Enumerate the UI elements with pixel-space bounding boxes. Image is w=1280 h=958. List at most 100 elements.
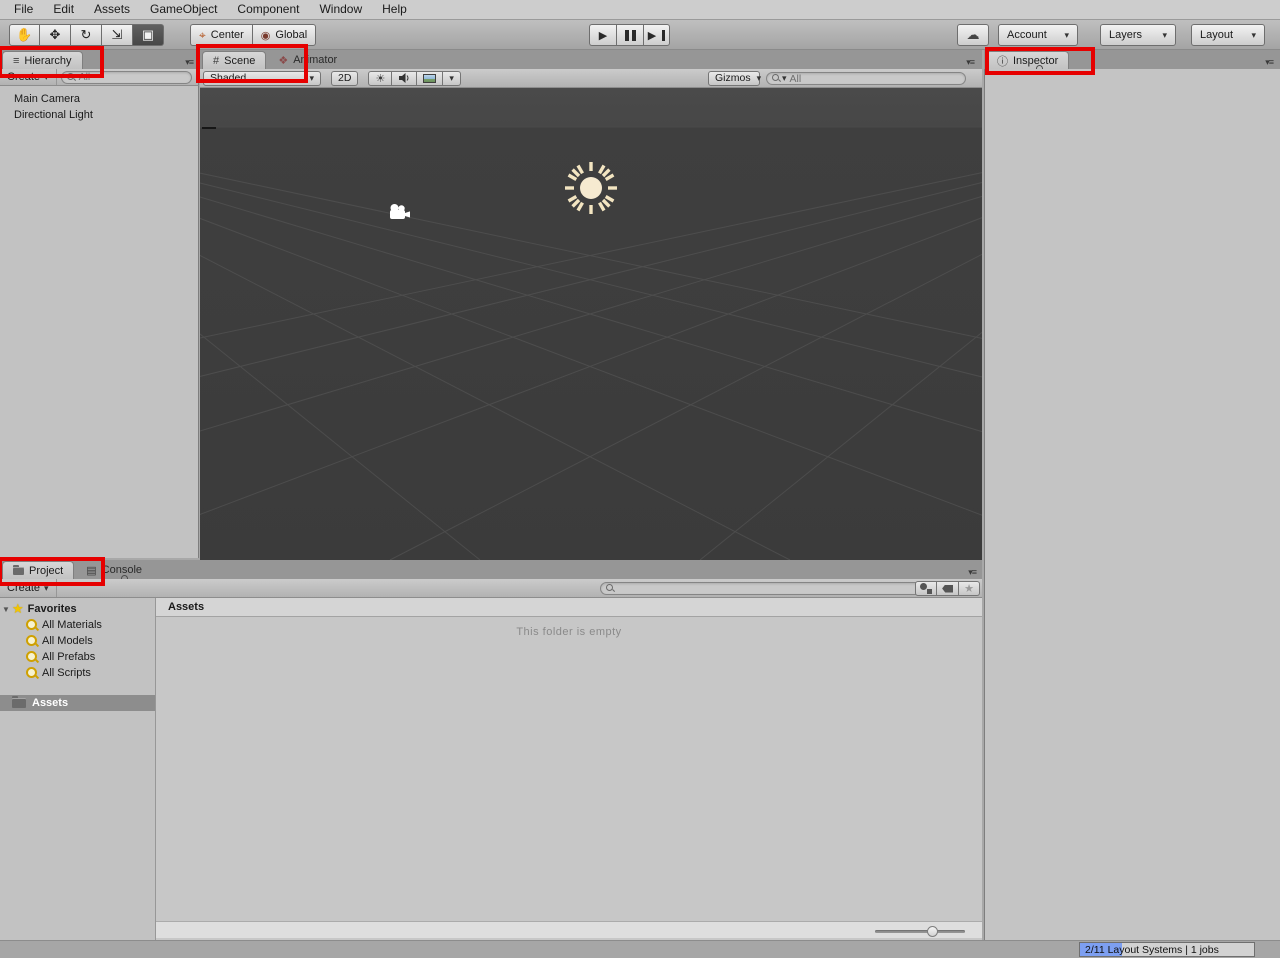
tab-hierarchy[interactable]: ≡ Hierarchy: [2, 51, 83, 69]
image-effects-icon: [423, 74, 436, 83]
assets-tree-label: Assets: [32, 697, 68, 709]
animator-icon: ❖: [278, 54, 288, 67]
favorites-star-icon: ★: [12, 601, 24, 617]
tab-console-label: Console: [102, 564, 142, 576]
progress-text: 2/11 Layout Systems | 1 jobs: [1085, 944, 1219, 956]
panel-menu-icon[interactable]: ▾≡: [966, 57, 974, 68]
tab-project-label: Project: [29, 565, 63, 577]
favorites-label: Favorites: [28, 603, 77, 615]
pivot-space-group: ⌖ Center ◉ Global: [190, 24, 316, 46]
sun-gizmo-icon[interactable]: [563, 160, 619, 216]
foldout-triangle-icon[interactable]: ▼: [0, 605, 12, 614]
project-search-input[interactable]: [600, 582, 932, 595]
favorite-all-materials[interactable]: All Materials: [0, 617, 155, 633]
scene-2d-toggle[interactable]: 2D: [331, 71, 358, 86]
favorite-label: All Models: [42, 635, 93, 647]
scale-tool-button[interactable]: ⇲: [102, 24, 133, 46]
search-icon: [67, 73, 76, 82]
scene-viewport[interactable]: [200, 88, 982, 560]
favorites-row[interactable]: ▼ ★ Favorites: [0, 601, 155, 617]
favorite-all-scripts[interactable]: All Scripts: [0, 665, 155, 681]
hierarchy-create-button[interactable]: Create ▾: [0, 69, 57, 85]
inspector-tabstrip: ⓘ Inspector ▾≡: [984, 50, 1280, 69]
menu-component[interactable]: Component: [227, 1, 309, 18]
panel-menu-icon[interactable]: ▾≡: [185, 57, 193, 68]
step-button[interactable]: ▶: [643, 24, 670, 46]
menu-edit[interactable]: Edit: [43, 1, 84, 18]
scene-effects-dropdown[interactable]: ▾: [443, 71, 461, 86]
tab-hierarchy-label: Hierarchy: [24, 55, 71, 67]
transform-tools: ✋ ✥ ↻ ⇲ ▣: [9, 24, 164, 46]
search-by-label-button[interactable]: [937, 581, 959, 596]
panel-menu-icon[interactable]: ▾≡: [968, 567, 976, 578]
tab-animator[interactable]: ❖ Animator: [268, 51, 347, 69]
move-tool-button[interactable]: ✥: [40, 24, 71, 46]
thumbnail-zoom-knob[interactable]: [927, 926, 938, 937]
scene-grid: [200, 88, 982, 560]
assets-breadcrumb-bar: Assets: [156, 598, 982, 617]
hierarchy-tabstrip: ≡ Hierarchy ▾≡: [0, 50, 199, 69]
hierarchy-toolbar: Create ▾ All: [0, 69, 199, 86]
scene-search-input[interactable]: ▾ All: [766, 72, 966, 85]
scene-drawmode-dropdown[interactable]: Shaded ▾: [203, 71, 321, 86]
assets-folder-icon: [12, 698, 26, 708]
tab-project[interactable]: Project: [2, 561, 74, 579]
saved-search-icon: [26, 651, 38, 663]
hand-tool-button[interactable]: ✋: [9, 24, 40, 46]
play-icon: ▶: [599, 29, 607, 42]
tab-console[interactable]: ▤ Console: [76, 561, 152, 579]
unity-editor-window: File Edit Assets GameObject Component Wi…: [0, 0, 1280, 958]
cloud-services-button[interactable]: ☁: [957, 24, 989, 46]
menu-window[interactable]: Window: [309, 1, 372, 18]
project-create-button[interactable]: Create ▾: [0, 579, 57, 597]
hierarchy-item-main-camera[interactable]: Main Camera: [0, 91, 198, 107]
saved-search-icon: [26, 667, 38, 679]
menu-help[interactable]: Help: [372, 1, 417, 18]
camera-gizmo-icon[interactable]: [388, 203, 412, 221]
scene-lighting-toggle[interactable]: ☀: [368, 71, 392, 86]
inspector-panel-body: [984, 69, 1280, 940]
caret-down-icon: ▾: [1162, 30, 1167, 41]
hierarchy-item-directional-light[interactable]: Directional Light: [0, 107, 198, 123]
search-icon: [772, 74, 781, 83]
account-dropdown[interactable]: Account ▾: [998, 24, 1078, 46]
assets-tree-row[interactable]: Assets: [0, 695, 155, 711]
layers-dropdown[interactable]: Layers ▾: [1100, 24, 1176, 46]
saved-search-icon: [26, 619, 38, 631]
pause-button[interactable]: [616, 24, 643, 46]
search-by-type-icon: [920, 583, 932, 594]
cloud-icon: ☁: [967, 27, 980, 43]
hierarchy-search-input[interactable]: All: [61, 71, 192, 84]
thumbnail-zoom-slider[interactable]: [875, 930, 965, 933]
hierarchy-icon: ≡: [13, 55, 19, 67]
menu-assets[interactable]: Assets: [84, 1, 140, 18]
pivot-icon: ⌖: [199, 28, 206, 43]
menu-gameobject[interactable]: GameObject: [140, 1, 227, 18]
search-by-type-button[interactable]: [915, 581, 937, 596]
background-tasks-progress[interactable]: 2/11 Layout Systems | 1 jobs: [1079, 942, 1255, 957]
caret-down-icon: ▾: [44, 72, 49, 83]
panel-menu-icon[interactable]: ▾≡: [1265, 57, 1273, 68]
menu-bar: File Edit Assets GameObject Component Wi…: [0, 0, 1280, 20]
pivot-center-button[interactable]: ⌖ Center: [190, 24, 252, 46]
favorite-all-models[interactable]: All Models: [0, 633, 155, 649]
tab-scene-label: Scene: [224, 55, 255, 67]
tab-scene[interactable]: # Scene: [202, 51, 266, 69]
tab-inspector[interactable]: ⓘ Inspector: [986, 51, 1069, 69]
play-button[interactable]: ▶: [589, 24, 616, 46]
project-tabstrip: Project ▤ Console ▾≡: [0, 560, 982, 579]
favorite-label: All Scripts: [42, 667, 91, 679]
scene-audio-toggle[interactable]: [392, 71, 417, 86]
save-search-button[interactable]: ★: [959, 581, 980, 596]
layout-dropdown[interactable]: Layout ▾: [1191, 24, 1265, 46]
menu-file[interactable]: File: [4, 1, 43, 18]
space-global-button[interactable]: ◉ Global: [252, 24, 316, 46]
scene-effects-toggle[interactable]: [417, 71, 443, 86]
gizmos-dropdown[interactable]: Gizmos ▾: [708, 71, 760, 86]
audio-speaker-icon: [398, 72, 410, 84]
lighting-sun-icon: ☀: [375, 72, 385, 85]
rotate-tool-button[interactable]: ↻: [71, 24, 102, 46]
favorite-all-prefabs[interactable]: All Prefabs: [0, 649, 155, 665]
space-global-label: Global: [275, 29, 307, 41]
rect-tool-button[interactable]: ▣: [133, 24, 164, 46]
